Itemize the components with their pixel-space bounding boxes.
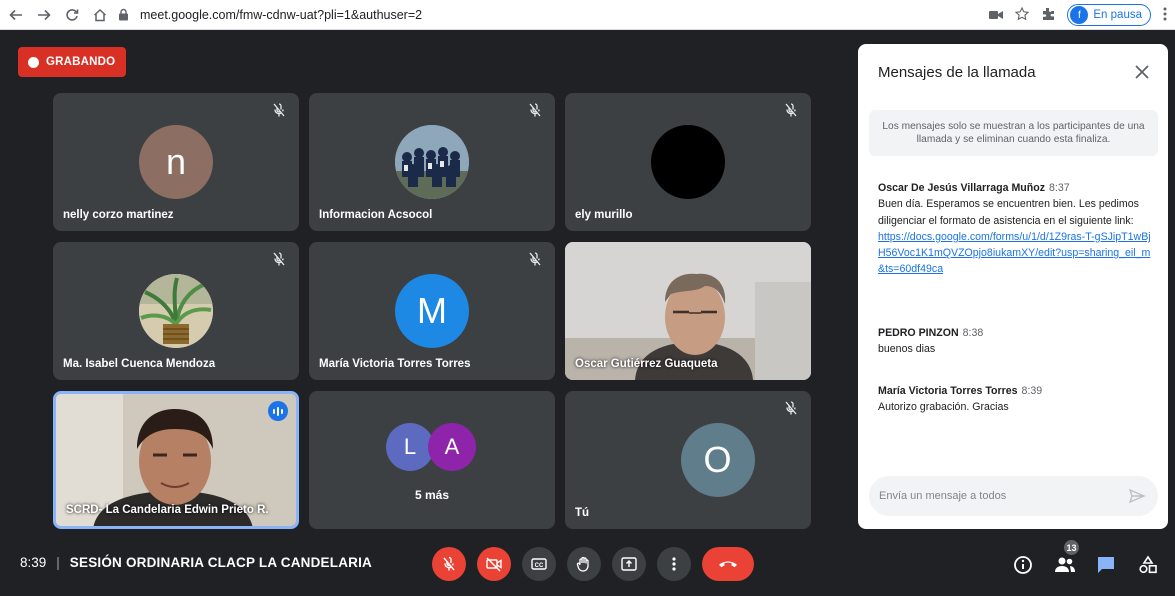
meeting-details-button[interactable]	[1012, 554, 1034, 576]
chat-message: PEDRO PINZON 8:38 buenos dias	[878, 325, 1154, 358]
participant-avatar: O	[680, 423, 755, 497]
mic-off-icon	[443, 556, 455, 571]
meeting-info: 8:39 | SESIÓN ORDINARIA CLACP LA CANDELA…	[20, 555, 372, 570]
participant-name: María Victoria Torres Torres	[319, 358, 471, 370]
participant-avatar: M	[395, 274, 469, 348]
chat-panel: Mensajes de la llamada Los mensajes solo…	[858, 44, 1168, 529]
browser-menu-icon[interactable]	[1163, 7, 1167, 24]
profile-avatar: f	[1070, 6, 1089, 24]
participant-tile[interactable]: M María Victoria Torres Torres	[309, 242, 555, 380]
message-text: Autorizo grabación. Gracias	[878, 401, 1009, 414]
more-options-button[interactable]	[657, 547, 691, 581]
mic-off-icon	[527, 251, 543, 267]
participant-tile[interactable]: Informacion Acsocol	[309, 93, 555, 231]
self-tile[interactable]: O Tú	[565, 391, 811, 529]
address-bar[interactable]: meet.google.com/fmw-cdnw-uat?pli=1&authu…	[118, 3, 968, 27]
speaking-indicator-icon	[268, 401, 288, 421]
more-avatar-l: L	[386, 423, 434, 471]
recording-label: GRABANDO	[46, 56, 116, 68]
message-text: Buen día. Esperamos se encuentren bien. …	[878, 198, 1139, 227]
extensions-icon[interactable]	[1041, 7, 1055, 24]
participants-button[interactable]	[1054, 554, 1076, 576]
mic-off-icon	[527, 102, 543, 118]
mic-off-icon	[783, 400, 799, 416]
participant-tile[interactable]: ely murillo	[565, 93, 811, 231]
url-text: meet.google.com/fmw-cdnw-uat?pli=1&authu…	[140, 8, 423, 22]
captions-icon: CC	[531, 558, 547, 570]
recording-dot-icon	[28, 56, 39, 68]
meeting-time: 8:39	[20, 555, 47, 570]
chat-message: María Victoria Torres Torres 8:39 Autoriz…	[878, 383, 1154, 416]
camera-toggle-button[interactable]	[477, 547, 511, 581]
camera-off-icon	[486, 557, 502, 572]
recording-badge: GRABANDO	[18, 47, 126, 77]
more-participants-tile[interactable]: L A 5 más	[309, 391, 555, 529]
participant-name: ely murillo	[575, 209, 633, 221]
more-avatar-a: A	[428, 423, 476, 471]
profile-status: En pausa	[1093, 9, 1142, 21]
chat-message: Oscar De Jesús Villarraga Muñoz 8:37 Buen…	[878, 180, 1154, 278]
participant-avatar: n	[139, 125, 213, 199]
home-icon[interactable]	[88, 3, 112, 27]
chat-input[interactable]	[879, 490, 1119, 502]
message-time: 8:38	[962, 327, 984, 339]
browser-toolbar: meet.google.com/fmw-cdnw-uat?pli=1&authu…	[0, 0, 1175, 30]
hang-up-icon	[719, 561, 737, 568]
participant-tile[interactable]: Ma. Isabel Cuenca Mendoza	[53, 242, 299, 380]
chat-icon	[1098, 557, 1114, 573]
message-sender: PEDRO PINZON	[878, 327, 959, 339]
chat-input-container	[869, 476, 1158, 516]
message-link[interactable]: https://docs.google.com/forms/u/1/d/1Z9r…	[878, 229, 1154, 278]
present-screen-button[interactable]	[612, 547, 646, 581]
chat-title: Mensajes de la llamada	[878, 64, 1036, 81]
leave-call-button[interactable]	[702, 547, 754, 581]
plant-photo-avatar	[139, 274, 213, 348]
more-participants-label: 5 más	[414, 488, 450, 502]
participant-tile[interactable]: n nelly corzo martinez	[53, 93, 299, 231]
close-icon[interactable]	[1132, 62, 1152, 82]
participant-name: SCRD- La Candelaria Edwin Prieto R.	[66, 504, 269, 516]
participant-name: nelly corzo martinez	[63, 209, 174, 221]
participant-name: Informacion Acsocol	[319, 209, 433, 221]
group-photo-avatar	[395, 125, 469, 199]
raise-hand-button[interactable]	[567, 547, 601, 581]
participant-name: Ma. Isabel Cuenca Mendoza	[63, 358, 216, 370]
meeting-title: SESIÓN ORDINARIA CLACP LA CANDELARIA	[69, 555, 373, 570]
black-avatar	[651, 125, 725, 199]
chat-notice: Los mensajes solo se muestran a los part…	[869, 110, 1158, 156]
activities-button[interactable]	[1137, 554, 1159, 576]
participants-count-badge: 13	[1064, 540, 1079, 555]
profile-pause-button[interactable]: f En pausa	[1067, 4, 1151, 26]
mic-off-icon	[783, 102, 799, 118]
lock-icon	[118, 8, 130, 22]
participant-name: Tú	[575, 507, 590, 519]
message-time: 8:39	[1021, 385, 1043, 397]
people-icon	[1055, 557, 1075, 572]
mic-toggle-button[interactable]	[432, 547, 466, 581]
participant-name: Oscar Gutiérrez Guaqueta	[575, 358, 718, 370]
mic-off-icon	[271, 102, 287, 118]
participant-video-tile[interactable]: Oscar Gutiérrez Guaqueta	[565, 242, 811, 380]
separator: |	[56, 555, 60, 570]
chat-button[interactable]	[1095, 554, 1117, 576]
svg-text:CC: CC	[535, 563, 544, 569]
send-icon[interactable]	[1128, 487, 1146, 505]
captions-button[interactable]: CC	[522, 547, 556, 581]
shapes-icon	[1139, 555, 1157, 574]
info-icon	[1014, 556, 1032, 574]
camera-indicator-icon[interactable]	[989, 7, 1004, 23]
forward-icon[interactable]	[32, 3, 56, 27]
mic-off-icon	[271, 251, 287, 267]
message-text: buenos dias	[878, 343, 936, 356]
present-icon	[621, 557, 637, 571]
hand-icon	[576, 556, 589, 572]
bookmark-star-icon[interactable]	[1015, 6, 1030, 24]
message-sender: Oscar De Jesús Villarraga Muñoz	[878, 182, 1046, 194]
back-icon[interactable]	[4, 3, 28, 27]
reload-icon[interactable]	[60, 3, 84, 27]
message-time: 8:37	[1049, 182, 1070, 194]
message-sender: María Victoria Torres Torres	[878, 385, 1018, 397]
active-speaker-tile[interactable]: SCRD- La Candelaria Edwin Prieto R.	[53, 391, 299, 529]
more-vert-icon	[672, 557, 676, 571]
